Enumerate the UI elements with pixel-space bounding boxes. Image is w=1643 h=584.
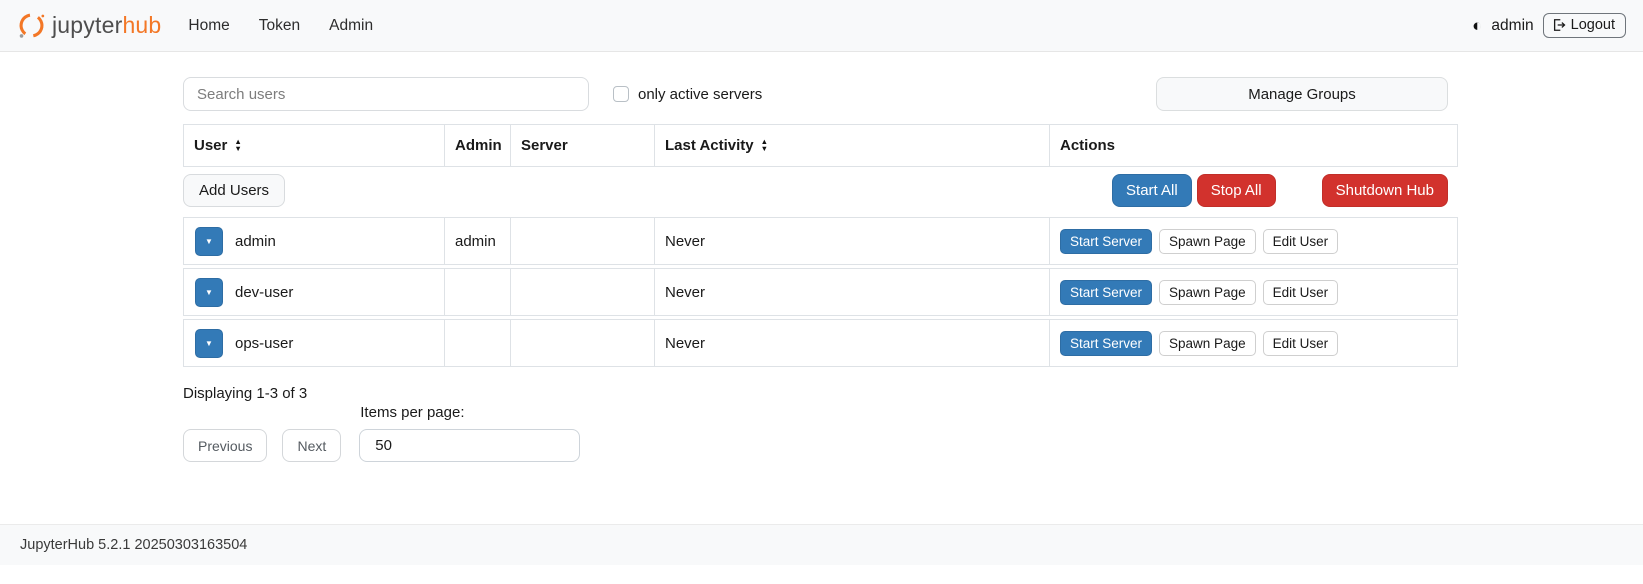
- items-per-page-block: Items per page:: [359, 404, 580, 462]
- edit-user-button[interactable]: Edit User: [1263, 331, 1339, 356]
- last-activity-label: Never: [665, 233, 705, 250]
- table-row: ▼ dev-user Never Start Server Spawn Page…: [183, 268, 1458, 316]
- pagination-controls: Previous Next Items per page:: [183, 404, 1458, 462]
- only-active-checkbox[interactable]: [613, 86, 629, 102]
- server-cell: [510, 320, 654, 366]
- last-activity-cell: Never: [654, 320, 1049, 366]
- username-label: ops-user: [235, 335, 293, 352]
- table-row: ▼ admin admin Never Start Server Spawn P…: [183, 217, 1458, 265]
- header-server-label: Server: [521, 137, 568, 154]
- admin-cell: [444, 320, 510, 366]
- navbar-right: ◐ admin Logout: [1472, 13, 1626, 38]
- start-server-button[interactable]: Start Server: [1060, 280, 1152, 305]
- version-label: JupyterHub 5.2.1 20250303163504: [20, 537, 247, 553]
- header-last-activity[interactable]: Last Activity ▲▼: [654, 125, 1049, 166]
- nav-link-token[interactable]: Token: [259, 17, 300, 35]
- table-header-row: User ▲▼ Admin Server Last Activity ▲▼ Ac…: [183, 124, 1458, 167]
- nav-link-admin[interactable]: Admin: [329, 17, 373, 35]
- actions-cell: Start Server Spawn Page Edit User: [1049, 320, 1457, 366]
- header-user[interactable]: User ▲▼: [184, 125, 444, 166]
- shutdown-hub-button[interactable]: Shutdown Hub: [1322, 174, 1448, 207]
- user-dropdown-toggle[interactable]: ▼: [195, 227, 223, 256]
- user-dropdown-toggle[interactable]: ▼: [195, 278, 223, 307]
- caret-down-icon: ▼: [205, 237, 213, 246]
- last-activity-cell: Never: [654, 269, 1049, 315]
- items-per-page-input[interactable]: [359, 429, 580, 462]
- actions-cell: Start Server Spawn Page Edit User: [1049, 218, 1457, 264]
- bulk-actions: Start All Stop All Shutdown Hub: [1112, 174, 1448, 207]
- active-servers-filter: only active servers: [613, 86, 762, 103]
- header-actions: Actions: [1049, 125, 1457, 166]
- user-cell: ▼ ops-user: [184, 320, 444, 366]
- stop-all-button[interactable]: Stop All: [1197, 174, 1276, 207]
- top-navbar: jupyterhub Home Token Admin ◐ admin Logo…: [0, 0, 1643, 52]
- footer: JupyterHub 5.2.1 20250303163504: [0, 524, 1643, 565]
- header-server: Server: [510, 125, 654, 166]
- manage-groups-button[interactable]: Manage Groups: [1156, 77, 1448, 111]
- table-toolbar-row: Add Users Start All Stop All Shutdown Hu…: [183, 167, 1458, 214]
- username-label: admin: [235, 233, 276, 250]
- last-activity-cell: Never: [654, 218, 1049, 264]
- start-all-button[interactable]: Start All: [1112, 174, 1192, 207]
- brand-text: jupyterhub: [52, 12, 161, 39]
- admin-panel: only active servers Manage Groups User ▲…: [183, 77, 1458, 462]
- spawn-page-button[interactable]: Spawn Page: [1159, 331, 1256, 356]
- previous-page-button[interactable]: Previous: [183, 429, 267, 462]
- server-cell: [510, 269, 654, 315]
- users-table: User ▲▼ Admin Server Last Activity ▲▼ Ac…: [183, 124, 1458, 367]
- search-input[interactable]: [183, 77, 589, 111]
- items-per-page-label: Items per page:: [360, 404, 580, 421]
- header-user-label: User: [194, 137, 227, 154]
- header-admin: Admin: [444, 125, 510, 166]
- edit-user-button[interactable]: Edit User: [1263, 229, 1339, 254]
- only-active-label: only active servers: [638, 86, 762, 103]
- pagination-summary: Displaying 1-3 of 3: [183, 385, 1458, 402]
- header-last-activity-label: Last Activity: [665, 137, 754, 154]
- admin-flag: admin: [455, 233, 496, 250]
- spawn-page-button[interactable]: Spawn Page: [1159, 280, 1256, 305]
- nav-link-home[interactable]: Home: [188, 17, 229, 35]
- last-activity-label: Never: [665, 284, 705, 301]
- header-actions-label: Actions: [1060, 137, 1115, 154]
- jupyterhub-logo-icon: [17, 11, 46, 40]
- header-admin-label: Admin: [455, 137, 502, 154]
- sort-arrows-icon[interactable]: ▲▼: [234, 139, 241, 152]
- controls-row: only active servers Manage Groups: [183, 77, 1458, 111]
- nav-links: Home Token Admin: [188, 17, 373, 35]
- logout-icon: [1552, 18, 1566, 32]
- sort-arrows-icon[interactable]: ▲▼: [761, 139, 768, 152]
- theme-toggle-icon[interactable]: ◐: [1472, 17, 1482, 34]
- spawn-page-button[interactable]: Spawn Page: [1159, 229, 1256, 254]
- actions-cell: Start Server Spawn Page Edit User: [1049, 269, 1457, 315]
- edit-user-button[interactable]: Edit User: [1263, 280, 1339, 305]
- last-activity-label: Never: [665, 335, 705, 352]
- admin-cell: admin: [444, 218, 510, 264]
- user-cell: ▼ dev-user: [184, 269, 444, 315]
- jupyterhub-logo[interactable]: jupyterhub: [17, 11, 161, 40]
- start-server-button[interactable]: Start Server: [1060, 229, 1152, 254]
- logout-label: Logout: [1571, 17, 1615, 33]
- current-user-label: admin: [1491, 17, 1533, 35]
- admin-cell: [444, 269, 510, 315]
- caret-down-icon: ▼: [205, 288, 213, 297]
- user-dropdown-toggle[interactable]: ▼: [195, 329, 223, 358]
- username-label: dev-user: [235, 284, 293, 301]
- user-cell: ▼ admin: [184, 218, 444, 264]
- caret-down-icon: ▼: [205, 339, 213, 348]
- logout-button[interactable]: Logout: [1543, 13, 1626, 38]
- start-server-button[interactable]: Start Server: [1060, 331, 1152, 356]
- table-row: ▼ ops-user Never Start Server Spawn Page…: [183, 319, 1458, 367]
- add-users-button[interactable]: Add Users: [183, 174, 285, 207]
- server-cell: [510, 218, 654, 264]
- next-page-button[interactable]: Next: [282, 429, 341, 462]
